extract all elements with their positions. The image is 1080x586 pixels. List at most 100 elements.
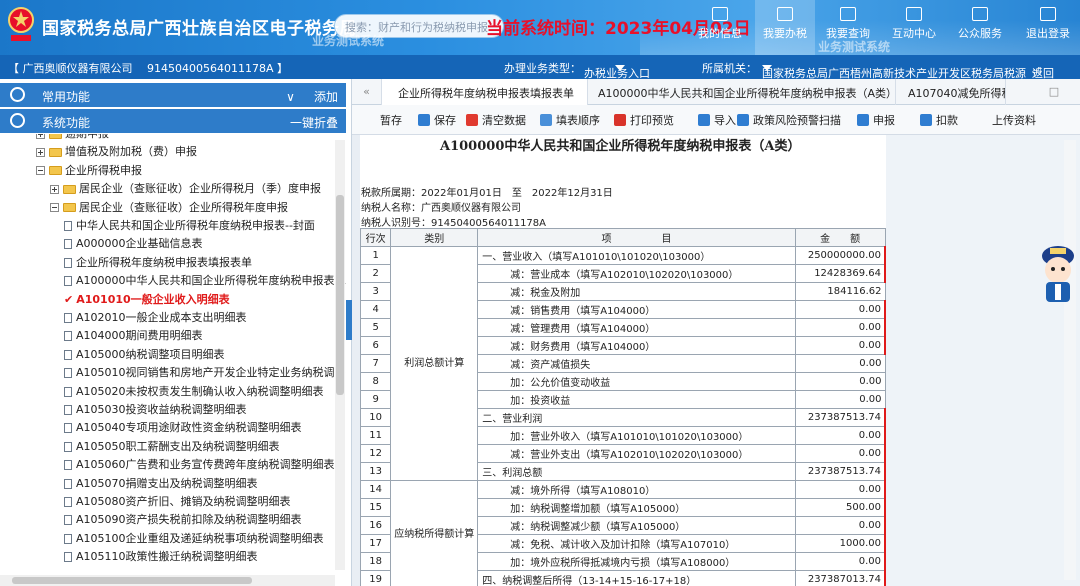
toolbar-button[interactable]: 政策风险预警扫描 bbox=[737, 112, 841, 128]
amount-cell[interactable]: 0.00 bbox=[794, 372, 886, 391]
tree-item[interactable]: A105010视同销售和房地产开发企业特定业务纳税调整明 bbox=[64, 364, 346, 382]
document-icon bbox=[64, 552, 72, 563]
tree-item[interactable]: A102010一般企业成本支出明细表 bbox=[64, 309, 247, 327]
tree-item[interactable]: 中华人民共和国企业所得税年度纳税申报表--封面 bbox=[64, 217, 315, 235]
table-row: 14 应纳税所得额计算 减：境外所得（填写A108010） 0.00 bbox=[360, 480, 886, 586]
scroll-thumb[interactable] bbox=[12, 577, 252, 584]
tab-fill-form[interactable]: 企业所得税年度纳税申报表填报表单 bbox=[382, 79, 588, 105]
tree-item-label: A101010一般企业收入明细表 bbox=[76, 292, 230, 306]
document-icon bbox=[64, 239, 72, 250]
amount-cell[interactable]: 0.00 bbox=[794, 480, 886, 499]
row-number: 1 bbox=[360, 246, 392, 265]
tree-item-label: A105050职工薪酬支出及纳税调整明细表 bbox=[76, 439, 280, 453]
amount-cell[interactable]: 237387513.74 bbox=[794, 408, 886, 427]
system-functions-header[interactable]: 系统功能 一键折叠 bbox=[0, 109, 346, 133]
folder-icon bbox=[63, 203, 76, 213]
row-number: 13 bbox=[360, 462, 392, 481]
amount-cell[interactable]: 0.00 bbox=[794, 426, 886, 445]
tree-item[interactable]: 增值税及附加税（费）申报 bbox=[36, 143, 197, 161]
amount-cell[interactable]: 0.00 bbox=[794, 300, 886, 319]
common-functions-header[interactable]: 常用功能 ∨ 添加 bbox=[0, 83, 346, 107]
business-type-select[interactable]: 办税业务入口 bbox=[584, 60, 650, 80]
tree-item[interactable]: A105040专项用途财政性资金纳税调整明细表 bbox=[64, 419, 302, 437]
toolbar-button[interactable]: 清空数据 bbox=[466, 112, 526, 128]
amount-cell[interactable]: 0.00 bbox=[794, 390, 886, 409]
tree-item[interactable]: A100000中华人民共和国企业所得税年度纳税申报表（A bbox=[64, 272, 346, 290]
tree-item[interactable]: 居民企业（查账征收）企业所得税年度申报 bbox=[50, 199, 288, 217]
common-functions-icon bbox=[10, 87, 25, 102]
form-right-area bbox=[886, 135, 1080, 586]
row-number: 7 bbox=[360, 354, 392, 373]
add-favorite-button[interactable]: ∨ 添加 bbox=[286, 88, 338, 105]
amount-cell[interactable]: 250000000.00 bbox=[794, 246, 886, 265]
tree-item[interactable]: A105100企业重组及递延纳税事项纳税调整明细表 bbox=[64, 530, 324, 548]
toolbar-button[interactable]: 填表顺序 bbox=[540, 112, 600, 128]
expand-icon[interactable] bbox=[36, 147, 45, 157]
toolbar-button[interactable]: 扣款 bbox=[920, 112, 958, 128]
tab-a100000[interactable]: A100000中华人民共和国企业所得税年度纳税申报表（A类） bbox=[588, 79, 896, 105]
tree-item[interactable]: A105080资产折旧、摊销及纳税调整明细表 bbox=[64, 493, 291, 511]
nav-logout[interactable]: 退出登录 bbox=[1018, 0, 1078, 55]
tree-item[interactable]: A105090资产损失税前扣除及纳税调整明细表 bbox=[64, 511, 302, 529]
tab-restore-icon[interactable]: □ bbox=[1042, 79, 1066, 105]
tree-item[interactable]: A104000期间费用明细表 bbox=[64, 327, 203, 345]
tree-item[interactable]: A105020未按权责发生制确认收入纳税调整明细表 bbox=[64, 383, 324, 401]
tree-item[interactable]: 企业所得税申报 bbox=[36, 162, 142, 180]
amount-cell[interactable]: 0.00 bbox=[794, 516, 886, 535]
amount-cell[interactable]: 237387513.74 bbox=[794, 462, 886, 481]
tree-item[interactable]: A105050职工薪酬支出及纳税调整明细表 bbox=[64, 438, 280, 456]
nav-query[interactable]: 我要查询 bbox=[818, 0, 878, 55]
sidebar-scrollbar[interactable] bbox=[335, 140, 345, 570]
tab-scroll-left-icon[interactable]: « bbox=[352, 79, 382, 105]
amount-cell[interactable]: 0.00 bbox=[794, 336, 886, 355]
scroll-thumb[interactable] bbox=[336, 195, 344, 395]
toolbar-button[interactable]: 保存 bbox=[418, 112, 456, 128]
chat-icon bbox=[906, 7, 922, 21]
tree-item[interactable]: A105000纳税调整项目明细表 bbox=[64, 346, 225, 364]
nav-my-info[interactable]: 我的信息 bbox=[690, 0, 750, 55]
tree-item[interactable]: ✔ A101010一般企业收入明细表 bbox=[64, 291, 230, 309]
tab-a107040[interactable]: A107040减免所得税 bbox=[896, 79, 1006, 105]
expand-icon[interactable] bbox=[50, 184, 59, 194]
amount-cell[interactable]: 184116.62 bbox=[794, 282, 886, 301]
toolbar-button[interactable]: 暂存 bbox=[380, 112, 402, 128]
tree-item[interactable]: A105030投资收益纳税调整明细表 bbox=[64, 401, 247, 419]
amount-cell[interactable]: 0.00 bbox=[794, 318, 886, 337]
function-tree: 逾期申报增值税及附加税（费）申报企业所得税申报居民企业（查账征收）企业所得税月（… bbox=[0, 134, 346, 574]
collapse-icon[interactable] bbox=[36, 166, 45, 176]
collapse-all-button[interactable]: 一键折叠 bbox=[290, 114, 338, 131]
nav-tax-handling[interactable]: 我要办税 bbox=[755, 0, 815, 55]
amount-cell[interactable]: 0.00 bbox=[794, 444, 886, 463]
toolbar-button[interactable]: 上传资料 bbox=[992, 112, 1036, 128]
tree-item[interactable]: 居民企业（查账征收）企业所得税月（季）度申报 bbox=[50, 180, 321, 198]
amount-cell[interactable]: 1000.00 bbox=[794, 534, 886, 553]
expand-icon[interactable] bbox=[36, 134, 45, 139]
sidebar-hscrollbar[interactable] bbox=[0, 575, 335, 586]
tree-item[interactable]: A105110政策性搬迁纳税调整明细表 bbox=[64, 548, 258, 566]
amount-cell[interactable]: 0.00 bbox=[794, 354, 886, 373]
tree-item[interactable]: 逾期申报 bbox=[36, 134, 109, 143]
amount-cell[interactable]: 0.00 bbox=[794, 552, 886, 571]
amount-cell[interactable]: 12428369.64 bbox=[794, 264, 886, 283]
tree-item[interactable]: A105060广告费和业务宣传费跨年度纳税调整明细表 bbox=[64, 456, 335, 474]
assistant-avatar-icon[interactable] bbox=[1032, 240, 1080, 306]
amount-cell[interactable]: 237387013.74 bbox=[794, 570, 886, 586]
toolbar-button[interactable]: 申报 bbox=[857, 112, 895, 128]
toolbar-button[interactable]: 打印预览 bbox=[614, 112, 674, 128]
toolbar-button-icon bbox=[698, 114, 710, 126]
row-item: 加：营业外收入（填写A101010\101020\103000） bbox=[477, 426, 796, 445]
collapse-icon[interactable] bbox=[50, 203, 59, 213]
sidebar-collapse-handle[interactable] bbox=[346, 300, 352, 340]
tree-item[interactable]: A000000企业基础信息表 bbox=[64, 235, 203, 253]
tree-item[interactable]: A105070捐赠支出及纳税调整明细表 bbox=[64, 475, 258, 493]
toolbar-button[interactable]: 导入 bbox=[698, 112, 736, 128]
tab-bar: « 企业所得税年度纳税申报表填报表单 A100000中华人民共和国企业所得税年度… bbox=[352, 79, 1080, 105]
row-number: 14 bbox=[360, 480, 392, 499]
table-header-row: 行次 类别 项 目 金 额 bbox=[360, 228, 886, 247]
document-icon bbox=[64, 533, 72, 544]
nav-public-service[interactable]: 公众服务 bbox=[950, 0, 1010, 55]
amount-cell[interactable]: 500.00 bbox=[794, 498, 886, 517]
tree-item[interactable]: 企业所得税年度纳税申报表填报表单 bbox=[64, 254, 252, 272]
nav-interaction[interactable]: 互动中心 bbox=[884, 0, 944, 55]
form-scrollbar[interactable] bbox=[1064, 140, 1076, 580]
